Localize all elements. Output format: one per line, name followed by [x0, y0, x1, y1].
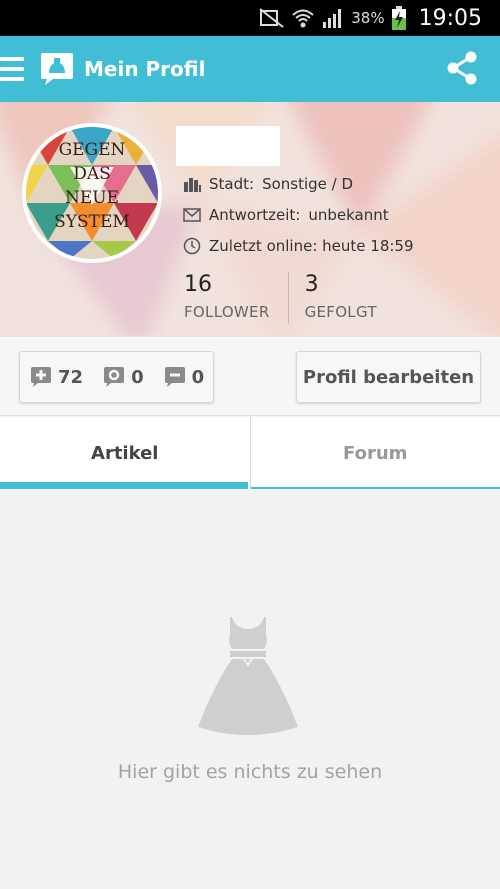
signal-icon	[323, 9, 342, 28]
city-value: Sonstige / D	[262, 175, 354, 193]
followers-count: 16	[184, 272, 212, 297]
mute-notification-icon	[259, 8, 284, 28]
last-online-row: Zuletzt online: heute 18:59	[183, 237, 414, 255]
tab-articles[interactable]: Artikel	[0, 417, 250, 489]
following-stat[interactable]: 3 GEFOLGT	[305, 272, 395, 324]
menu-icon[interactable]	[0, 55, 26, 83]
city-label: Stadt:	[209, 175, 255, 193]
clock: 19:05	[418, 5, 482, 31]
avatar-text-1: GEGEN	[59, 140, 126, 160]
following-count: 3	[304, 272, 319, 297]
avatar[interactable]: GEGEN DAS NEUE SYSTEM	[22, 123, 162, 263]
neutral-count[interactable]: 0	[93, 351, 154, 403]
dress-icon	[198, 617, 298, 735]
empty-state: Hier gibt es nichts zu sehen	[0, 489, 500, 889]
tab-forum[interactable]: Forum	[249, 417, 500, 489]
username-redacted	[176, 126, 280, 166]
avatar-text-3: NEUE	[65, 188, 119, 208]
positive-count-value: 72	[58, 366, 84, 388]
share-icon[interactable]	[444, 50, 480, 86]
city-icon	[184, 178, 201, 192]
city-row: Stadt: Sonstige / D	[183, 175, 353, 193]
battery-percent: 38%	[351, 9, 385, 27]
avatar-text-4: SYSTEM	[54, 212, 130, 232]
empty-message: Hier gibt es nichts zu sehen	[117, 761, 383, 783]
negative-count[interactable]: 0	[154, 351, 215, 403]
avatar-text-2: DAS	[73, 164, 111, 184]
status-icons: 38% 19:05	[259, 0, 482, 36]
stats-divider	[287, 272, 289, 324]
wifi-icon	[292, 9, 314, 28]
follow-stats: 16 FOLLOWER 3 GEFOLGT	[184, 272, 395, 324]
action-bar: 72 0 0 Profil bearbeiten	[0, 336, 500, 416]
mail-icon	[183, 208, 201, 222]
edit-profile-button[interactable]: Profil bearbeiten	[296, 351, 481, 403]
following-label: GEFOLGT	[304, 303, 377, 321]
page-title: Mein Profil	[84, 57, 206, 81]
last-online-text: Zuletzt online: heute 18:59	[209, 237, 414, 255]
profile-screen: 38% 19:05 Mein Profil GEGEN DAS NEUE SYS…	[0, 0, 500, 889]
rating-counts: 72 0 0	[19, 351, 214, 403]
followers-label: FOLLOWER	[184, 303, 270, 321]
followers-stat[interactable]: 16 FOLLOWER	[184, 272, 288, 324]
response-time-row: Antwortzeit: unbekannt	[183, 206, 389, 224]
neutral-count-value: 0	[131, 366, 144, 388]
response-label: Antwortzeit:	[209, 206, 301, 224]
battery-charging-icon	[391, 6, 406, 30]
negative-count-value: 0	[191, 366, 205, 388]
positive-count[interactable]: 72	[20, 351, 93, 403]
clock-icon	[183, 237, 201, 255]
response-value: unbekannt	[308, 206, 389, 224]
content-tabs: Artikel Forum	[0, 417, 500, 489]
neutral-bubble-icon	[104, 367, 125, 387]
plus-bubble-icon	[31, 367, 51, 387]
avatar-image: GEGEN DAS NEUE SYSTEM	[26, 127, 158, 259]
profile-header: GEGEN DAS NEUE SYSTEM Stadt: Sonstige / …	[0, 102, 500, 336]
app-bar: Mein Profil	[0, 36, 500, 102]
status-bar: 38% 19:05	[0, 0, 500, 36]
minus-bubble-icon	[164, 367, 185, 387]
app-logo-icon	[41, 53, 73, 85]
